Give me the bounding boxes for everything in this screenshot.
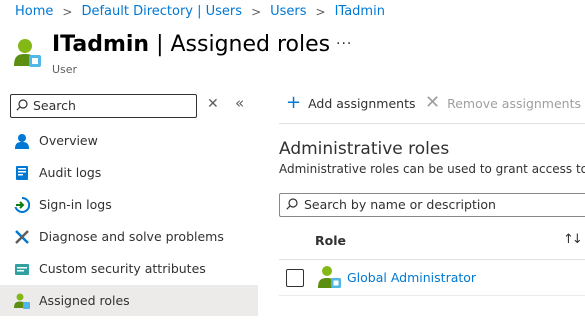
sidebar-item-label: Assigned roles [39,293,130,308]
row-checkbox[interactable] [286,269,304,287]
more-options-button[interactable]: ··· [336,36,352,52]
remove-assignments-label: Remove assignments [447,95,582,111]
role-user-icon [318,266,341,288]
close-icon: ✕ [425,92,441,113]
collapse-sidebar-icon[interactable]: « [235,94,244,112]
chevron-right-icon: > [251,4,262,19]
sidebar-item-audit-logs[interactable]: Audit logs [0,157,258,188]
clear-search-icon[interactable]: ✕ [207,96,219,112]
search-icon [286,198,298,210]
sidebar-item-label: Sign-in logs [39,197,112,212]
user-icon [14,39,41,67]
audit-log-icon [16,165,28,180]
role-search-box [279,193,585,217]
sidebar-search-input[interactable] [33,97,189,113]
sidebar-item-overview[interactable]: Overview [0,125,258,156]
section-description: Administrative roles can be used to gran… [279,162,585,176]
wrench-icon [15,229,29,244]
sidebar-search-box [10,94,197,118]
page-title-separator: | [149,32,171,57]
plus-icon: + [286,92,302,113]
table-row-divider [279,295,585,296]
role-link-global-administrator[interactable]: Global Administrator [347,270,476,285]
sign-in-icon [14,196,30,213]
chevron-right-icon: > [315,4,326,19]
chevron-right-icon: > [62,4,73,19]
table-header-divider [279,259,585,260]
user-icon [15,133,29,149]
breadcrumb: Home > Default Directory | Users > Users… [15,4,385,19]
search-icon [16,99,28,111]
sidebar-item-label: Custom security attributes [39,261,206,276]
sort-icon[interactable]: ↑↓ [563,232,583,247]
breadcrumb-users[interactable]: Users [270,4,306,19]
remove-assignments-button[interactable]: ✕ Remove assignments [425,94,581,112]
column-header-role[interactable]: Role [315,233,346,248]
sidebar-item-label: Audit logs [39,165,102,180]
page-title-name: ITadmin [52,32,150,57]
page-title: ITadmin | Assigned roles [52,32,330,57]
sidebar-item-sign-in-logs[interactable]: Sign-in logs [0,189,258,220]
breadcrumb-home[interactable]: Home [15,4,53,19]
role-search-input[interactable] [304,196,574,212]
breadcrumb-directory-users[interactable]: Default Directory | Users [81,4,242,19]
sidebar-item-diagnose[interactable]: Diagnose and solve problems [0,221,258,252]
assigned-roles-icon [14,293,30,309]
page-subtitle: User [52,63,78,76]
add-assignments-label: Add assignments [308,95,416,111]
sidebar-item-custom-security-attributes[interactable]: Custom security attributes [0,253,258,284]
sidebar-item-assigned-roles[interactable]: Assigned roles [0,285,258,316]
section-title: Administrative roles [279,139,450,159]
toolbar-divider [279,123,585,124]
page-title-text: Assigned roles [170,32,331,57]
sidebar-item-label: Overview [39,133,98,148]
add-assignments-button[interactable]: + Add assignments [286,94,416,112]
attributes-icon [15,263,29,275]
breadcrumb-itadmin[interactable]: ITadmin [335,4,385,19]
sidebar-item-label: Diagnose and solve problems [39,229,224,244]
